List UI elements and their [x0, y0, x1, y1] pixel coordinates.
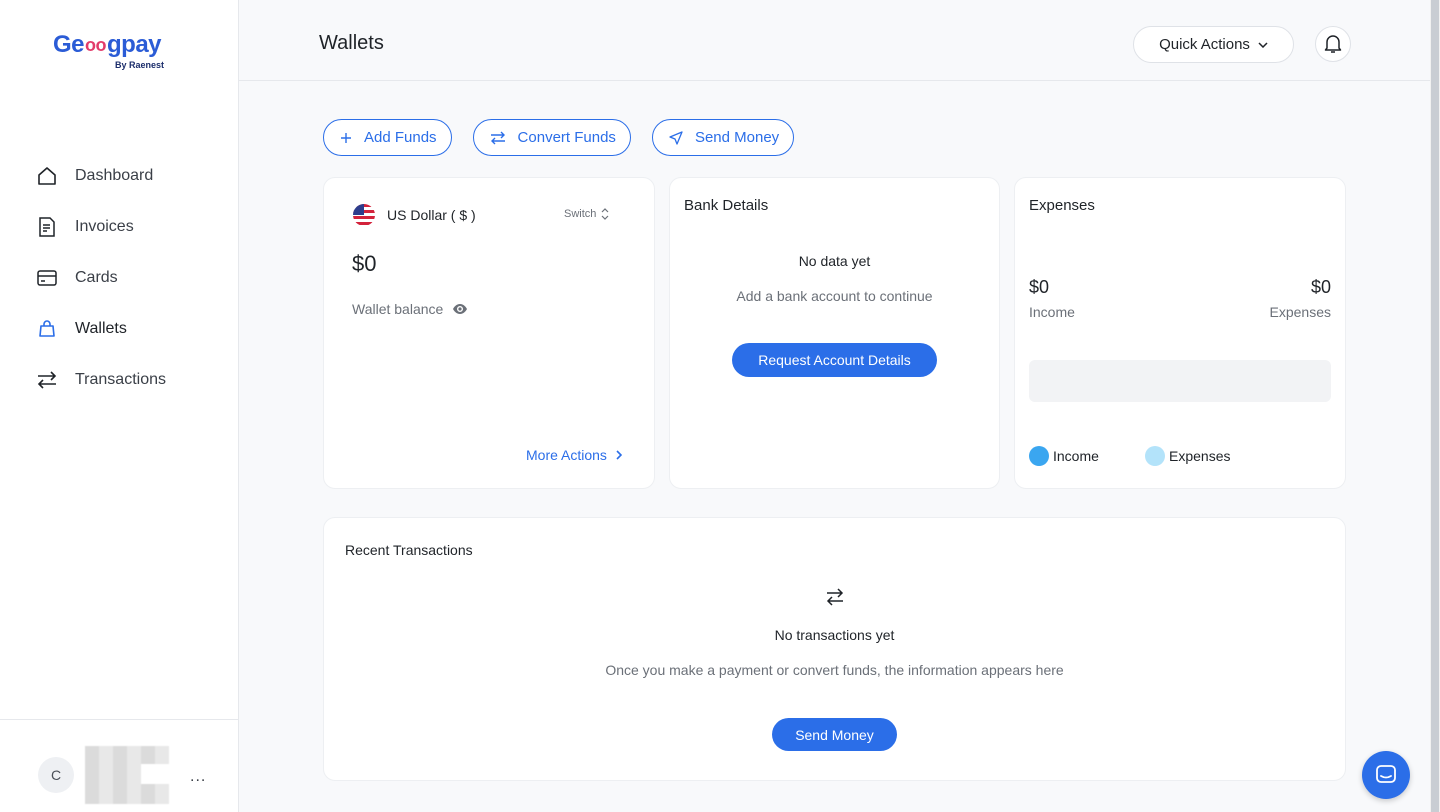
- sidebar-item-dashboard[interactable]: Dashboard: [36, 150, 166, 201]
- income-expenses-bar: [1029, 360, 1331, 402]
- sidebar-item-invoices[interactable]: Invoices: [36, 201, 166, 252]
- transfer-icon: [36, 369, 58, 391]
- expenses-card: Expenses $0 Income $0 Expenses Income Ex…: [1014, 177, 1346, 489]
- logo-eyes-icon: oo: [85, 35, 107, 55]
- send-money-button[interactable]: Send Money: [772, 718, 897, 751]
- avatar[interactable]: C: [38, 757, 74, 793]
- add-funds-button[interactable]: Add Funds: [323, 119, 452, 156]
- quick-actions-label: Quick Actions: [1159, 36, 1250, 53]
- bank-empty-subtitle: Add a bank account to continue: [736, 288, 933, 304]
- transactions-empty-title: No transactions yet: [774, 627, 895, 643]
- more-actions-label: More Actions: [526, 447, 607, 463]
- sidebar-item-label: Dashboard: [75, 166, 154, 184]
- sidebar-item-cards[interactable]: Cards: [36, 252, 166, 303]
- document-icon: [36, 216, 58, 238]
- sidebar-item-label: Transactions: [75, 370, 166, 388]
- send-icon: [669, 130, 683, 145]
- more-actions-link[interactable]: More Actions: [526, 447, 622, 463]
- recent-transactions-card: Recent Transactions No transactions yet …: [323, 517, 1346, 781]
- wallet-balance-card: US Dollar ( $ ) Switch $0 Wallet balance…: [323, 177, 655, 489]
- convert-icon: [490, 131, 506, 145]
- chat-icon: [1375, 764, 1397, 786]
- bank-details-card: Bank Details No data yet Add a bank acco…: [669, 177, 1000, 489]
- expenses-label: Expenses: [1269, 304, 1331, 320]
- logo-suffix: gpay: [107, 31, 162, 58]
- bank-details-title: Bank Details: [684, 197, 769, 214]
- user-name-redacted: [85, 746, 169, 804]
- sidebar-nav: Dashboard Invoices Cards Wallets Transac…: [36, 150, 166, 405]
- sidebar: Ge oo gpay By Raenest Dashboard Invoices C…: [0, 0, 239, 812]
- send-money-button[interactable]: Send Money: [651, 119, 795, 156]
- legend-expenses: Expenses: [1145, 446, 1230, 466]
- wallet-balance-value: $0: [352, 251, 377, 276]
- wallet-icon: [36, 318, 58, 340]
- balance-label-text: Wallet balance: [352, 301, 444, 317]
- scrollbar-thumb[interactable]: [1431, 0, 1439, 812]
- convert-funds-label: Convert Funds: [517, 129, 616, 146]
- convert-funds-button[interactable]: Convert Funds: [472, 119, 631, 156]
- switch-currency-button[interactable]: Switch: [564, 208, 609, 220]
- eye-icon[interactable]: [453, 304, 468, 314]
- expenses-legend-swatch: [1145, 446, 1165, 466]
- more-options-button[interactable]: ...: [190, 768, 206, 786]
- card-icon: [36, 267, 58, 289]
- support-chat-button[interactable]: [1362, 751, 1410, 799]
- notifications-button[interactable]: [1315, 26, 1351, 62]
- expenses-title: Expenses: [1029, 197, 1095, 214]
- sidebar-item-wallets[interactable]: Wallets: [36, 303, 166, 354]
- top-header: Wallets Quick Actions: [239, 0, 1430, 81]
- currency-selector: US Dollar ( $ ): [353, 204, 476, 226]
- income-legend-swatch: [1029, 446, 1049, 466]
- wallet-balance-label: Wallet balance: [352, 301, 468, 317]
- page-scrollbar[interactable]: [1430, 0, 1440, 812]
- sidebar-item-transactions[interactable]: Transactions: [36, 354, 166, 405]
- send-money-label: Send Money: [694, 129, 780, 146]
- logo-prefix: Ge: [53, 31, 85, 58]
- sort-arrows-icon: [601, 208, 609, 220]
- page-title: Wallets: [319, 32, 384, 54]
- legend-expenses-label: Expenses: [1169, 448, 1231, 464]
- brand-logo[interactable]: Ge oo gpay By Raenest: [53, 30, 168, 74]
- user-profile: C ...: [0, 719, 238, 812]
- wallet-actions: Add Funds Convert Funds Send Money: [323, 119, 795, 156]
- sidebar-item-label: Invoices: [75, 217, 134, 235]
- expenses-value: $0: [1310, 277, 1331, 297]
- logo-subtitle: By Raenest: [114, 60, 164, 70]
- bell-icon: [1324, 34, 1342, 54]
- request-account-details-button[interactable]: Request Account Details: [732, 343, 937, 377]
- income-value: $0: [1029, 277, 1050, 297]
- currency-label: US Dollar ( $ ): [387, 207, 476, 223]
- transactions-empty-subtitle: Once you make a payment or convert funds…: [605, 662, 1064, 678]
- bank-empty-title: No data yet: [798, 253, 871, 269]
- legend-income: Income: [1029, 446, 1099, 466]
- sidebar-item-label: Wallets: [75, 319, 127, 337]
- transfer-icon: [824, 587, 846, 607]
- sidebar-item-label: Cards: [75, 268, 118, 286]
- income-label: Income: [1029, 304, 1075, 320]
- us-flag-icon: [353, 204, 375, 226]
- quick-actions-dropdown[interactable]: Quick Actions: [1133, 26, 1294, 63]
- legend-income-label: Income: [1053, 448, 1099, 464]
- home-icon: [36, 165, 58, 187]
- add-funds-label: Add Funds: [364, 129, 437, 146]
- switch-label: Switch: [564, 208, 597, 220]
- recent-transactions-title: Recent Transactions: [345, 542, 473, 558]
- chevron-down-icon: [1258, 41, 1268, 48]
- chevron-right-icon: [616, 450, 622, 460]
- plus-icon: [340, 132, 352, 144]
